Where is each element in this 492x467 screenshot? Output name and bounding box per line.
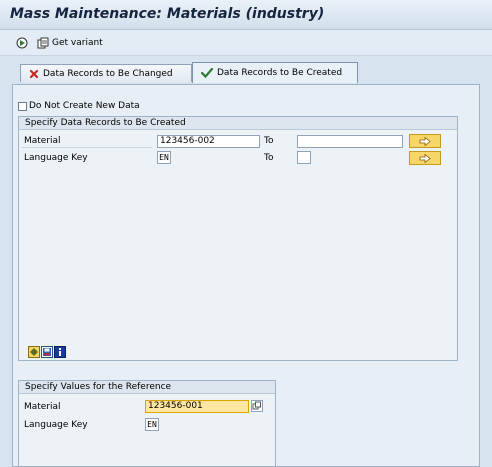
created-group-title: Specify Data Records to Be Created	[19, 117, 457, 130]
select-all-button[interactable]	[28, 346, 40, 358]
tab-label-changed: Data Records to Be Changed	[43, 68, 173, 79]
execute-icon	[16, 37, 28, 49]
get-variant-icon	[37, 37, 49, 49]
material-from-input[interactable]: 123456-002	[157, 135, 260, 148]
language-key-from-input[interactable]: EN	[157, 151, 171, 164]
reference-language-key-input[interactable]: EN	[145, 418, 159, 431]
do-not-create-option: Do Not Create New Data	[18, 101, 140, 111]
save-button[interactable]	[41, 346, 53, 358]
do-not-create-checkbox[interactable]	[18, 101, 27, 111]
language-key-label: Language Key	[24, 153, 88, 163]
reference-group-title: Specify Values for the Reference	[19, 381, 275, 394]
reference-material-label: Material	[24, 402, 61, 412]
language-key-to-label: To	[264, 153, 274, 163]
tab-data-records-changed[interactable]: Data Records to Be Changed	[20, 64, 192, 82]
tab-data-records-created[interactable]: Data Records to Be Created	[192, 62, 358, 83]
tab-strip: Data Records to Be Changed Data Records …	[0, 56, 492, 84]
arrow-right-icon	[419, 153, 431, 163]
value-help-button[interactable]	[251, 400, 263, 412]
language-key-to-input[interactable]	[297, 151, 311, 164]
save-icon	[43, 348, 51, 356]
info-button[interactable]	[54, 346, 66, 358]
do-not-create-label: Do Not Create New Data	[29, 101, 140, 111]
green-check-icon	[201, 68, 213, 78]
arrow-right-icon	[419, 136, 431, 146]
material-label: Material	[24, 136, 61, 146]
language-key-multiple-selection-button[interactable]	[409, 151, 441, 165]
get-variant-button[interactable]: Get variant	[37, 36, 103, 50]
title-bar: Mass Maintenance: Materials (industry)	[0, 0, 492, 30]
red-x-icon	[29, 69, 39, 78]
tab-label-created: Data Records to Be Created	[217, 68, 343, 78]
reference-language-key-label: Language Key	[24, 420, 88, 430]
separator	[22, 147, 152, 148]
select-all-icon	[30, 348, 38, 356]
material-to-input[interactable]	[297, 135, 403, 148]
get-variant-label: Get variant	[52, 38, 103, 48]
info-icon	[59, 348, 61, 356]
material-multiple-selection-button[interactable]	[409, 134, 441, 148]
window-title: Mass Maintenance: Materials (industry)	[10, 6, 325, 22]
application-toolbar: Get variant	[0, 30, 492, 56]
reference-material-input[interactable]: 123456-001	[145, 400, 249, 413]
material-to-label: To	[264, 136, 274, 146]
value-help-icon	[252, 401, 261, 410]
execute-button[interactable]	[16, 36, 28, 50]
